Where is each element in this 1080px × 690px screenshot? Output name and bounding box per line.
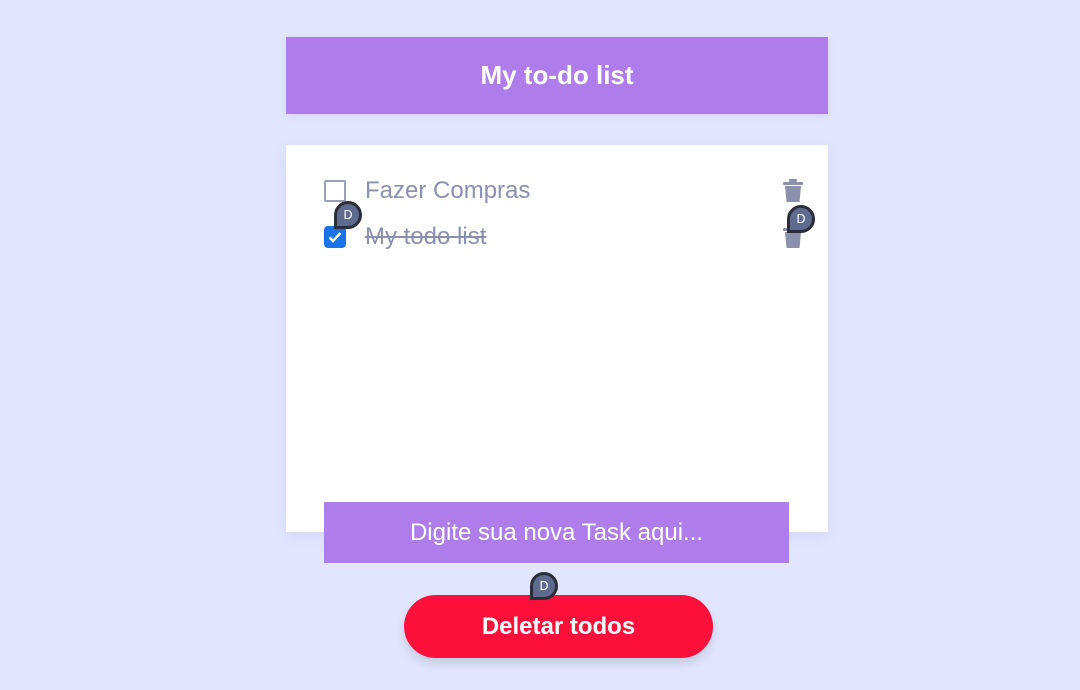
trash-icon[interactable] — [782, 179, 804, 203]
collaborator-cursor: D — [334, 201, 362, 229]
check-icon — [328, 232, 342, 243]
delete-all-button[interactable]: Deletar todos — [404, 595, 713, 658]
header: My to-do list — [286, 37, 828, 114]
todo-item[interactable]: My todo list — [324, 223, 804, 251]
collaborator-cursor: D — [530, 572, 558, 600]
new-task-input[interactable] — [324, 502, 789, 563]
todo-checkbox-checked[interactable] — [324, 226, 346, 248]
collaborator-initial: D — [796, 212, 806, 226]
todo-label: My todo list — [365, 223, 487, 250]
page-title: My to-do list — [480, 60, 634, 90]
collaborator-cursor: D — [787, 205, 815, 233]
todo-list: Fazer Compras My todo list — [286, 145, 828, 532]
todo-checkbox[interactable] — [324, 180, 346, 202]
collaborator-initial: D — [343, 208, 353, 222]
todo-item[interactable]: Fazer Compras — [324, 177, 804, 205]
todo-label: Fazer Compras — [365, 177, 531, 204]
collaborator-initial: D — [539, 579, 549, 593]
